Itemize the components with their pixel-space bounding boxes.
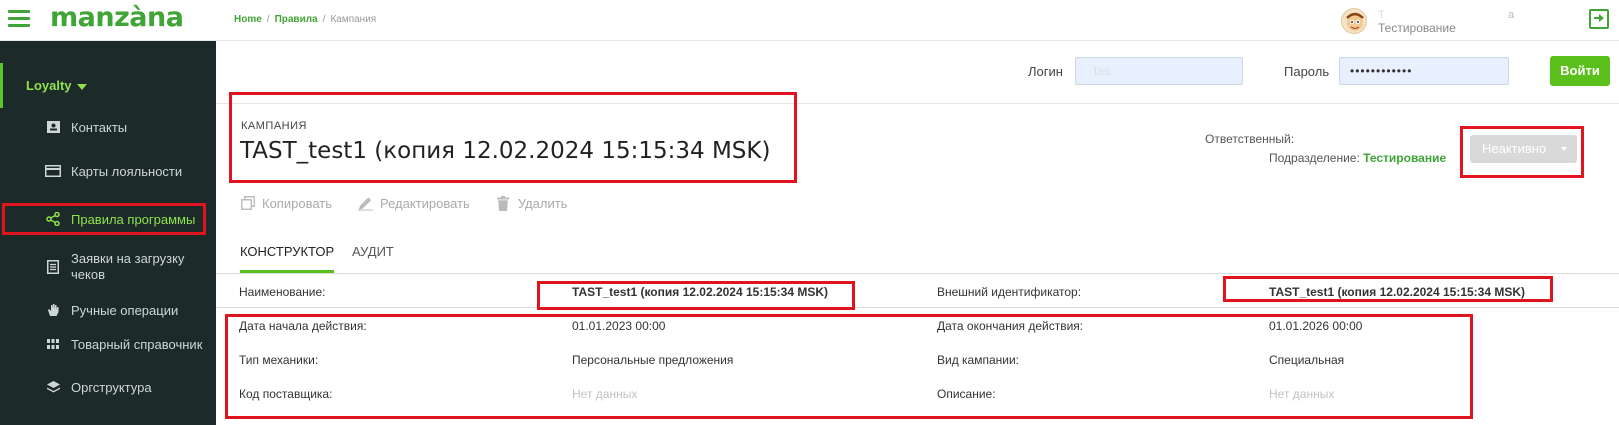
sidebar-item-label: Оргструктура xyxy=(71,379,152,395)
annotation-highlight xyxy=(1460,126,1584,178)
sidebar-item-label: Карты лояльности xyxy=(71,163,183,179)
login-button[interactable]: Войти xyxy=(1550,56,1610,86)
sidebar-item-receipt-requests[interactable]: Заявки на загрузку чеков xyxy=(0,243,216,291)
tab-constructor[interactable]: КОНСТРУКТОР xyxy=(240,244,335,273)
department-info: Подразделение: Тестирование xyxy=(1269,151,1446,165)
name-label: Наименование: xyxy=(239,285,326,299)
breadcrumb-home[interactable]: Home xyxy=(234,14,262,25)
sidebar: manzàna Loyalty Контакты Карты лояльност… xyxy=(0,0,216,425)
user-tag: а xyxy=(1508,9,1515,21)
annotation-highlight xyxy=(2,203,206,235)
user-name: Т xyxy=(1378,9,1385,21)
breadcrumb-current: Кампания xyxy=(330,14,377,25)
delete-button[interactable]: Удалить xyxy=(496,195,568,211)
copy-icon xyxy=(240,195,255,211)
sidebar-item-label: Заявки на загрузку чеков xyxy=(71,251,185,282)
external-id-label: Внешний идентификатор: xyxy=(937,285,1082,299)
sidebar-item-loyalty-cards[interactable]: Карты лояльности xyxy=(0,149,216,193)
annotation-highlight xyxy=(229,92,797,183)
sidebar-section-loyalty[interactable]: Loyalty xyxy=(0,63,216,108)
sidebar-top: manzàna xyxy=(0,0,216,41)
login-label: Логин xyxy=(1028,64,1063,79)
chevron-down-icon xyxy=(76,83,87,90)
sidebar-item-label: Товарный справочник xyxy=(71,336,203,352)
pencil-icon xyxy=(358,195,373,211)
sidebar-item-org-structure[interactable]: Оргструктура xyxy=(0,365,216,409)
department-label: Подразделение: xyxy=(1269,151,1360,165)
receipt-list-icon xyxy=(44,258,62,276)
breadcrumb-rules[interactable]: Правила xyxy=(275,14,318,25)
login-input[interactable]: tas xyxy=(1075,57,1243,85)
breadcrumb: Home / Правила / Кампания xyxy=(234,14,377,25)
annotation-highlight xyxy=(537,281,855,310)
grid-icon xyxy=(44,335,62,353)
annotation-highlight xyxy=(225,314,1473,419)
hand-icon xyxy=(44,301,62,319)
action-toolbar: Копировать Редактировать Удалить xyxy=(240,195,593,211)
logout-icon[interactable] xyxy=(1589,9,1609,29)
brand-logo[interactable]: manzàna xyxy=(50,2,184,33)
sidebar-section-label: Loyalty xyxy=(26,78,72,93)
sidebar-item-label: Ручные операции xyxy=(71,302,179,318)
annotation-highlight xyxy=(1223,276,1553,302)
sidebar-item-product-catalog[interactable]: Товарный справочник xyxy=(0,322,216,366)
edit-label: Редактировать xyxy=(380,195,470,211)
tab-audit[interactable]: АУДИТ xyxy=(352,244,394,270)
delete-label: Удалить xyxy=(517,195,568,211)
edit-button[interactable]: Редактировать xyxy=(358,195,470,211)
layers-icon xyxy=(44,378,62,396)
sidebar-item-label: Контакты xyxy=(71,119,128,135)
copy-label: Копировать xyxy=(262,195,332,211)
responsible-label: Ответственный: xyxy=(1205,132,1295,146)
password-label: Пароль xyxy=(1284,64,1330,79)
department-value: Тестирование xyxy=(1363,151,1447,165)
password-input[interactable]: •••••••••••• xyxy=(1339,57,1509,85)
copy-button[interactable]: Копировать xyxy=(240,195,332,211)
sidebar-item-contacts[interactable]: Контакты xyxy=(0,105,216,149)
contact-card-icon xyxy=(44,118,62,136)
card-icon xyxy=(44,162,62,180)
trash-icon xyxy=(496,195,511,211)
avatar[interactable] xyxy=(1341,8,1367,34)
tab-bar: КОНСТРУКТОР АУДИТ xyxy=(216,232,1619,274)
top-header: Home / Правила / Кампания Т а Тестирование xyxy=(216,0,1619,41)
menu-icon[interactable] xyxy=(8,10,30,30)
user-department: Тестирование xyxy=(1378,21,1456,35)
